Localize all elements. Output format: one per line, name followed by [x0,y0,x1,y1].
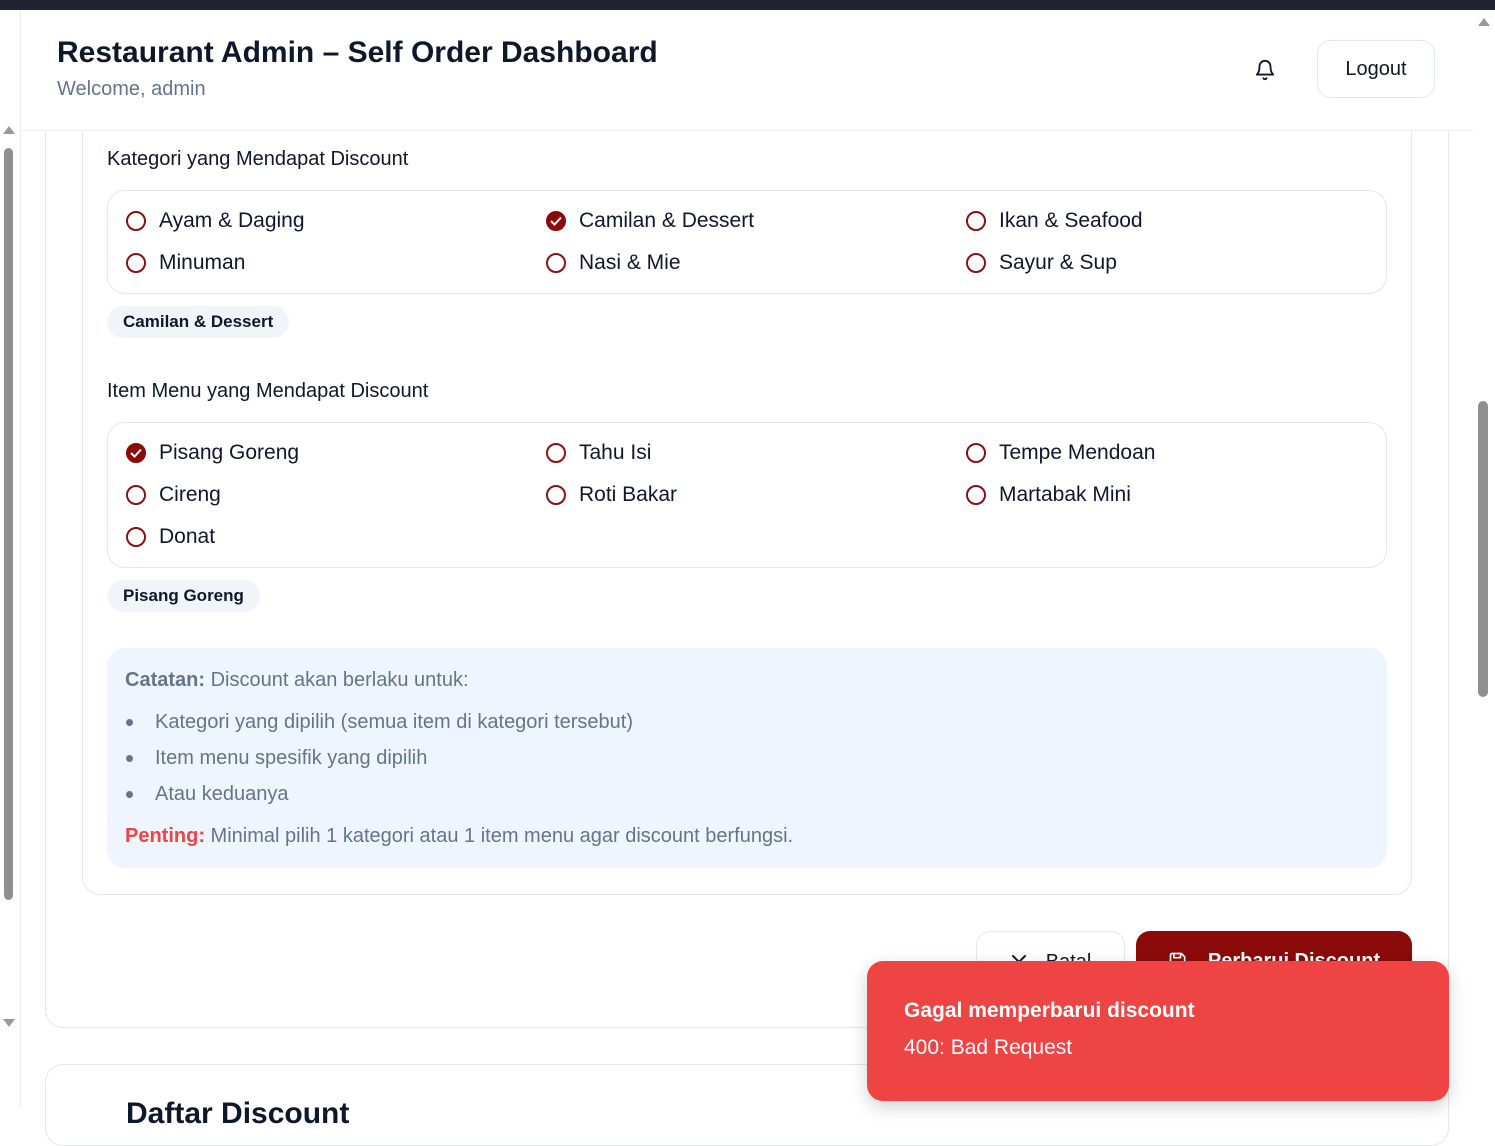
checkbox[interactable] [546,485,566,505]
welcome-text: Welcome, admin [57,78,206,100]
item-option[interactable]: Martabak Mini [966,483,1131,507]
app-header: Restaurant Admin – Self Order Dashboard … [21,10,1473,131]
item-option[interactable]: Pisang Goreng [126,441,299,465]
checkbox[interactable] [966,485,986,505]
note-heading: Catatan: [125,669,206,691]
selected-category-chip: Camilan & Dessert [107,306,290,338]
bell-icon[interactable] [1251,54,1279,86]
checkbox[interactable] [966,211,986,231]
note-bullet: Atau keduanya [125,783,288,806]
checkbox[interactable] [546,443,566,463]
category-option-label: Minuman [159,251,246,274]
scroll-up-arrow-icon[interactable] [3,126,15,134]
item-option-label: Tempe Mendoan [999,441,1156,464]
checkbox[interactable] [126,253,146,273]
checkbox[interactable] [546,253,566,273]
item-option-label: Roti Bakar [579,483,678,506]
toast-title: Gagal memperbarui discount [904,999,1195,1022]
window-top-strip [0,0,1495,10]
scrollbar-thumb[interactable] [4,148,13,900]
category-option[interactable]: Sayur & Sup [966,251,1117,275]
category-checkbox-group [107,190,1387,294]
category-option[interactable]: Minuman [126,251,245,275]
note-bullet: Item menu spesifik yang dipilih [125,747,427,770]
item-option[interactable]: Tempe Mendoan [966,441,1155,465]
selected-item-chip: Pisang Goreng [107,580,260,612]
checkbox-checked[interactable] [546,211,566,231]
category-option[interactable]: Nasi & Mie [546,251,681,275]
item-option[interactable]: Tahu Isi [546,441,651,465]
category-option-label: Ayam & Daging [159,209,305,232]
error-toast[interactable]: Gagal memperbarui discount 400: Bad Requ… [867,961,1449,1101]
checkbox[interactable] [966,253,986,273]
toast-message: 400: Bad Request [904,1036,1073,1059]
note-intro: Catatan: Discount akan berlaku untuk: [125,669,469,692]
note-bullet-text: Item menu spesifik yang dipilih [155,747,428,769]
category-option-label: Nasi & Mie [579,251,681,274]
item-option[interactable]: Roti Bakar [546,483,677,507]
scroll-down-arrow-icon[interactable] [3,1019,15,1027]
category-option[interactable]: Camilan & Dessert [546,209,754,233]
checkbox-checked[interactable] [126,443,146,463]
logout-button[interactable]: Logout [1317,40,1435,98]
category-option-label: Ikan & Seafood [999,209,1143,232]
discount-note: Catatan: Discount akan berlaku untuk: Ka… [107,648,1387,868]
page-scrollbar[interactable] [1473,10,1495,1108]
item-option-label: Pisang Goreng [159,441,300,464]
sidebar-scrollbar[interactable] [0,10,21,1108]
warning-label: Penting: [125,825,205,847]
note-bullet: Kategori yang dipilih (semua item di kat… [125,711,633,734]
note-intro-text: Discount akan berlaku untuk: [205,669,469,691]
warning-text: Minimal pilih 1 kategori atau 1 item men… [205,825,794,847]
checkbox[interactable] [966,443,986,463]
category-option[interactable]: Ayam & Daging [126,209,305,233]
checkbox[interactable] [126,527,146,547]
category-section-label: Kategori yang Mendapat Discount [107,148,409,170]
scroll-up-arrow-icon[interactable] [1478,18,1490,26]
note-warning: Penting: Minimal pilih 1 kategori atau 1… [125,825,793,848]
page-title: Restaurant Admin – Self Order Dashboard [57,36,658,69]
note-bullet-text: Atau keduanya [155,783,289,805]
checkbox[interactable] [126,485,146,505]
scrollbar-thumb[interactable] [1478,401,1488,697]
item-section-label: Item Menu yang Mendapat Discount [107,380,429,402]
item-option[interactable]: Donat [126,525,215,549]
note-bullet-text: Kategori yang dipilih (semua item di kat… [155,711,634,733]
item-option-label: Donat [159,525,216,548]
item-option[interactable]: Cireng [126,483,221,507]
item-option-label: Cireng [159,483,221,506]
category-option[interactable]: Ikan & Seafood [966,209,1143,233]
category-option-label: Camilan & Dessert [579,209,755,232]
discount-list-title: Daftar Discount [126,1097,350,1130]
item-option-label: Martabak Mini [999,483,1131,506]
category-option-label: Sayur & Sup [999,251,1117,274]
checkbox[interactable] [126,211,146,231]
item-option-label: Tahu Isi [579,441,652,464]
